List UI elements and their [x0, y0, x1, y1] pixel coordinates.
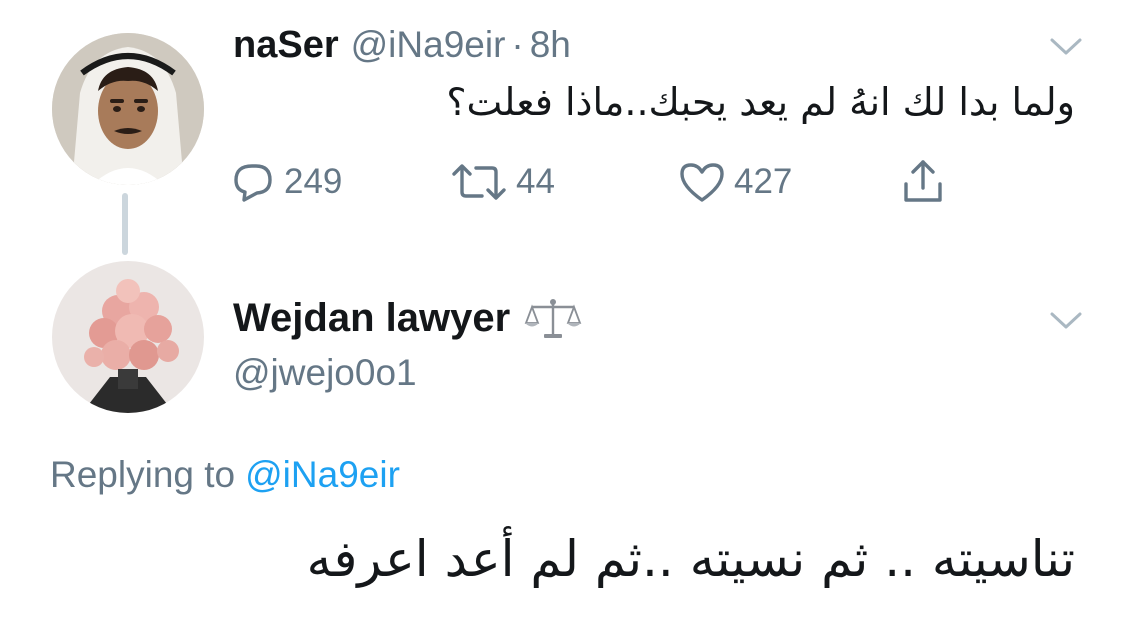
- heart-icon: [680, 163, 724, 202]
- share-button[interactable]: [900, 158, 946, 206]
- replying-label: Replying to: [50, 454, 236, 495]
- tweet-text: تناسيته .. ثم نسيته ..ثم لم أعد اعرفه: [306, 530, 1075, 588]
- avatar[interactable]: [52, 261, 204, 413]
- user-handle[interactable]: @jwejo0o1: [233, 352, 417, 394]
- user-handle[interactable]: @iNa9eir: [351, 24, 506, 66]
- retweet-icon: [452, 164, 506, 200]
- timestamp[interactable]: 8h: [530, 24, 571, 66]
- display-name[interactable]: naSer: [233, 24, 339, 67]
- replying-to: Replying to @iNa9eir: [50, 454, 400, 496]
- avatar[interactable]: [52, 33, 204, 185]
- balance-scale-icon: [524, 298, 582, 338]
- tweet-header: naSer @iNa9eir · 8h: [233, 24, 571, 68]
- reply-count: 249: [284, 162, 343, 201]
- separator: ·: [511, 24, 524, 65]
- tweet-text: ولما بدا لك انهُ لم يعد يحبك..ماذا فعلت؟: [446, 80, 1075, 124]
- mention-link[interactable]: @iNa9eir: [245, 454, 400, 495]
- parent-tweet[interactable]: naSer @iNa9eir · 8h ولما بدا لك انهُ لم …: [0, 0, 1125, 260]
- share-icon: [904, 160, 942, 202]
- display-name[interactable]: Wejdan lawyer: [233, 296, 510, 341]
- chevron-down-icon[interactable]: [1048, 310, 1084, 332]
- chevron-down-icon[interactable]: [1048, 36, 1084, 58]
- tweet-actions: 249 44 427: [230, 158, 990, 206]
- speech-bubble-icon: [234, 164, 272, 202]
- thread-connector: [122, 193, 128, 255]
- avatar-photo: [52, 261, 204, 413]
- avatar-photo: [52, 33, 204, 185]
- retweet-button[interactable]: 44: [450, 158, 555, 206]
- retweet-count: 44: [516, 162, 555, 201]
- like-count: 427: [734, 162, 793, 201]
- tweet-header: Wejdan lawyer: [233, 296, 582, 341]
- reply-button[interactable]: 249: [230, 158, 342, 206]
- like-button[interactable]: 427: [678, 158, 792, 206]
